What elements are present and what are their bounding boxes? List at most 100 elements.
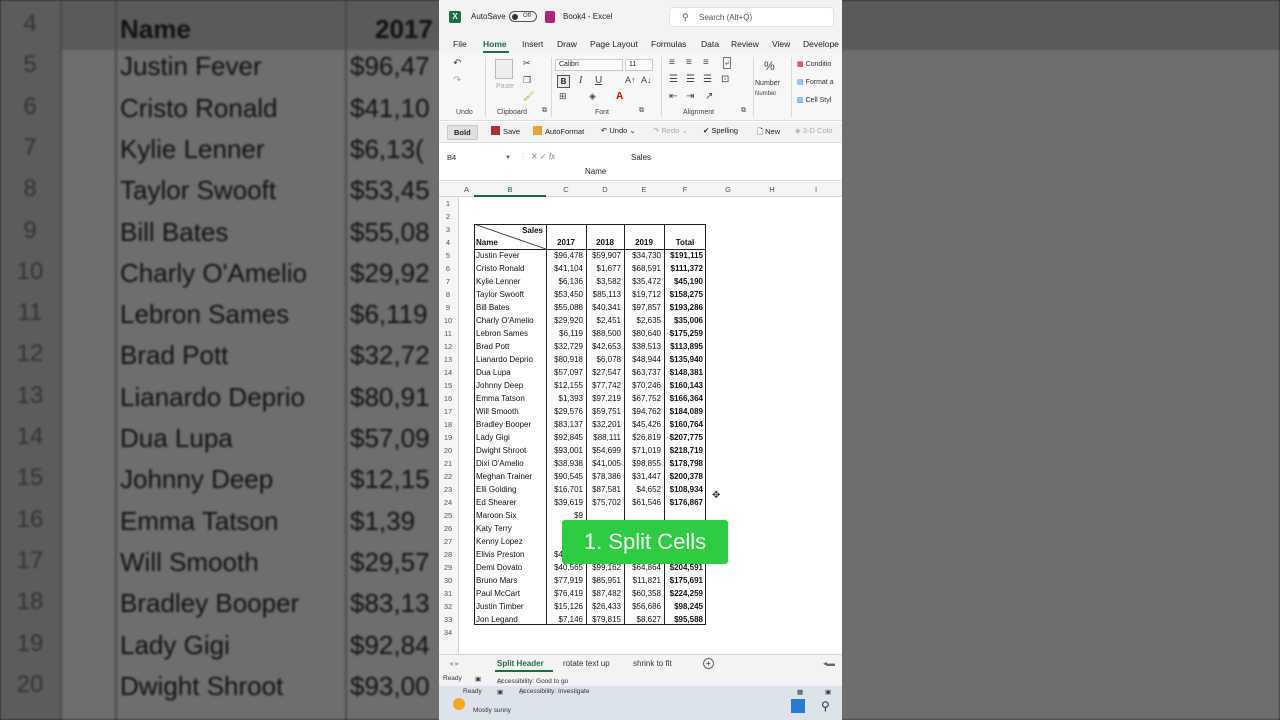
value-cell[interactable]: $75,702 xyxy=(586,498,621,507)
column-header[interactable]: I xyxy=(794,185,838,194)
row-number[interactable]: 5 xyxy=(439,251,457,260)
total-cell[interactable]: $178,798 xyxy=(664,459,703,468)
name-cell[interactable]: Maroon Six xyxy=(476,511,544,520)
total-cell[interactable]: $158,275 xyxy=(664,290,703,299)
name-cell[interactable]: Lady Gigi xyxy=(476,433,544,442)
value-cell[interactable]: $70,246 xyxy=(624,381,661,390)
name-cell[interactable]: Ed Shearer xyxy=(476,498,544,507)
year-header[interactable]: Total xyxy=(664,238,706,247)
qat-save-button[interactable]: Save xyxy=(491,126,520,136)
qat-3d-color-button[interactable]: ◈ 3-D Colo xyxy=(795,126,832,135)
italic-button[interactable]: I xyxy=(579,75,582,86)
value-cell[interactable]: $38,938 xyxy=(546,459,583,468)
value-cell[interactable]: $88,500 xyxy=(586,329,621,338)
fx-icon[interactable]: ✕ ✓ fx xyxy=(531,152,555,161)
row-number[interactable]: 14 xyxy=(439,368,457,377)
row-number[interactable]: 15 xyxy=(439,381,457,390)
value-cell[interactable]: $99,162 xyxy=(586,563,621,572)
column-header[interactable]: E xyxy=(624,185,664,194)
name-cell[interactable]: Elivis Preston xyxy=(476,550,544,559)
search-box[interactable]: ⚲ Search (Alt+Q) xyxy=(669,7,834,27)
qat-spelling-button[interactable]: ✔ Spelling xyxy=(703,126,738,135)
total-cell[interactable]: $108,934 xyxy=(664,485,703,494)
row-number[interactable]: 18 xyxy=(439,420,457,429)
macro-record-icon[interactable]: ▣ xyxy=(475,675,481,683)
total-cell[interactable]: $148,381 xyxy=(664,368,703,377)
value-cell[interactable]: $76,419 xyxy=(546,589,583,598)
value-cell[interactable]: $80,640 xyxy=(624,329,661,338)
spreadsheet-grid[interactable]: ABCDEFGHI 1 2 3 4 5 6 7 8 9 10 11 12 13 14 15 16 17 18 19 2… xyxy=(439,182,842,654)
value-cell[interactable]: $80,918 xyxy=(546,355,583,364)
row-number[interactable]: 25 xyxy=(439,511,457,520)
qat-bold-button[interactable]: Bold xyxy=(447,125,478,140)
value-cell[interactable]: $2,635 xyxy=(624,316,661,325)
row-number[interactable]: 21 xyxy=(439,459,457,468)
value-cell[interactable]: $29,576 xyxy=(546,407,583,416)
formula-content-line1[interactable]: Sales xyxy=(631,153,651,162)
align-right-icon[interactable]: ☰ xyxy=(703,74,712,85)
name-cell[interactable]: Justin Timber xyxy=(476,602,544,611)
merge-center-icon[interactable]: ⊡ xyxy=(721,74,729,85)
row-number[interactable]: 7 xyxy=(439,277,457,286)
total-cell[interactable]: $207,775 xyxy=(664,433,703,442)
value-cell[interactable]: $77,742 xyxy=(586,381,621,390)
name-cell[interactable]: Bill Bates xyxy=(476,303,544,312)
name-cell[interactable]: Bruno Mars xyxy=(476,576,544,585)
value-cell[interactable]: $94,762 xyxy=(624,407,661,416)
value-cell[interactable]: $61,546 xyxy=(624,498,661,507)
copy-icon[interactable]: ❐ xyxy=(523,75,531,86)
value-cell[interactable]: $45,426 xyxy=(624,420,661,429)
value-cell[interactable]: $97,219 xyxy=(586,394,621,403)
windows-start-icon[interactable] xyxy=(791,699,805,713)
tab-developer[interactable]: Develope xyxy=(803,39,839,49)
row-number[interactable]: 34 xyxy=(439,628,457,637)
row-number[interactable]: 30 xyxy=(439,576,457,585)
bold-button[interactable]: B xyxy=(557,75,570,88)
row-number[interactable]: 29 xyxy=(439,563,457,572)
row-number[interactable]: 16 xyxy=(439,394,457,403)
total-cell[interactable]: $193,286 xyxy=(664,303,703,312)
name-cell[interactable]: Dixi O'Amelio xyxy=(476,459,544,468)
row-number[interactable]: 24 xyxy=(439,498,457,507)
name-cell[interactable]: Taylor Swooft xyxy=(476,290,544,299)
value-cell[interactable]: $85,951 xyxy=(586,576,621,585)
prev-sheet-icon[interactable]: ◂ ▸ xyxy=(449,659,459,668)
name-cell[interactable]: Dwight Shroot xyxy=(476,446,544,455)
name-cell[interactable]: Kylie Lenner xyxy=(476,277,544,286)
decrease-indent-icon[interactable]: ⇤ xyxy=(669,91,677,102)
qat-undo-button[interactable]: ↶ Undo ⌄ xyxy=(601,126,636,135)
value-cell[interactable]: $31,447 xyxy=(624,472,661,481)
format-as-table-button[interactable]: ▤ Format a xyxy=(797,78,834,86)
value-cell[interactable]: $16,701 xyxy=(546,485,583,494)
name-cell[interactable]: Bradley Booper xyxy=(476,420,544,429)
font-size-select[interactable]: 11 xyxy=(625,59,653,71)
name-cell[interactable]: Brad Pott xyxy=(476,342,544,351)
row-number[interactable]: 8 xyxy=(439,290,457,299)
value-cell[interactable]: $87,482 xyxy=(586,589,621,598)
year-header[interactable]: 2018 xyxy=(586,238,624,247)
shrink-font-icon[interactable]: A↓ xyxy=(641,75,652,85)
value-cell[interactable]: $8,627 xyxy=(624,615,661,624)
value-cell[interactable]: $92,845 xyxy=(546,433,583,442)
row-number[interactable]: 17 xyxy=(439,407,457,416)
format-painter-icon[interactable]: 🖌 xyxy=(523,91,534,102)
year-header[interactable]: 2019 xyxy=(624,238,664,247)
row-number[interactable]: 12 xyxy=(439,342,457,351)
borders-icon[interactable]: ⊞ xyxy=(559,91,567,102)
total-cell[interactable]: $191,115 xyxy=(664,251,703,260)
name-cell[interactable]: Cristo Ronald xyxy=(476,264,544,273)
row-number[interactable]: 3 xyxy=(439,225,457,234)
row-number[interactable]: 22 xyxy=(439,472,457,481)
autosave-toggle[interactable]: Off xyxy=(509,11,537,22)
value-cell[interactable]: $88,111 xyxy=(586,433,621,442)
align-bottom-icon[interactable]: ≡ xyxy=(703,57,709,68)
header-sales[interactable]: Sales xyxy=(507,226,543,235)
orientation-icon[interactable]: ↗ xyxy=(705,91,713,102)
value-cell[interactable]: $93,001 xyxy=(546,446,583,455)
name-cell[interactable]: Demi Dovato xyxy=(476,563,544,572)
column-header[interactable]: C xyxy=(546,185,586,194)
tab-view[interactable]: View xyxy=(772,39,790,49)
total-cell[interactable]: $175,259 xyxy=(664,329,703,338)
name-cell[interactable]: Lianardo Deprio xyxy=(476,355,544,364)
total-cell[interactable]: $98,245 xyxy=(664,602,703,611)
